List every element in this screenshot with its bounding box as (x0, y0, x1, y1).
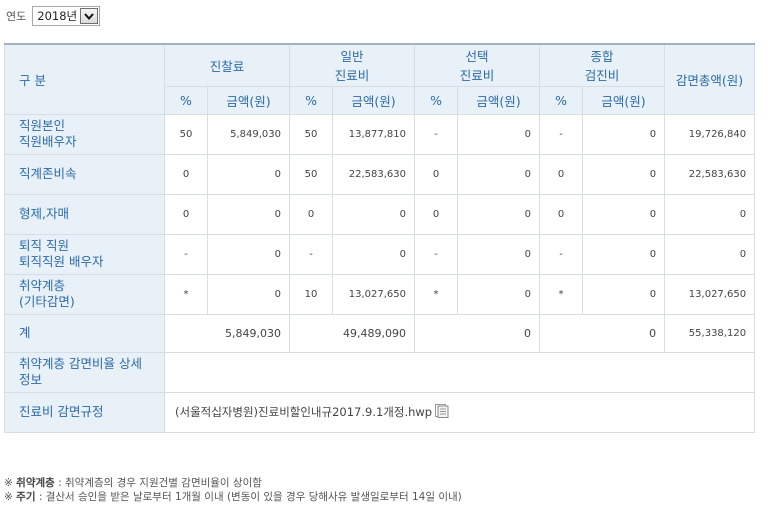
sum-checkup: 0 (539, 313, 666, 353)
sub-header-percent: % (414, 85, 459, 115)
table-cell: 0 (457, 153, 541, 195)
group-header-exam: 진찰료 (163, 43, 291, 87)
sub-header-amount: 금액(원) (206, 85, 291, 115)
discount-table: 구 분 진찰료 일반 진료비 선택 진료비 종합 검진비 감면총액(원) % 금액(원… (4, 43, 756, 433)
table-cell: 0 (332, 233, 416, 275)
sum-total: 55,338,120 (664, 313, 756, 353)
row-label: 취약계층 (기타감면) (4, 273, 165, 315)
table-cell: 0 (206, 153, 291, 195)
row-total: 0 (664, 233, 756, 275)
group-header-checkup: 종합 검진비 (539, 43, 666, 87)
table-cell: 0 (414, 153, 459, 195)
table-cell: 0 (164, 193, 208, 235)
table-cell: - (164, 233, 208, 275)
table-cell: 50 (164, 113, 208, 155)
table-cell: 0 (582, 153, 666, 195)
chevron-down-icon[interactable] (80, 8, 99, 24)
table-cell: - (414, 233, 459, 275)
table-cell: 0 (582, 193, 666, 235)
table-cell: 0 (457, 113, 541, 155)
table-cell: 0 (457, 233, 541, 275)
table-cell: 0 (582, 233, 666, 275)
row-label: 직원본인 직원배우자 (4, 113, 165, 155)
year-select-value: 2018년 (37, 9, 78, 23)
regulation-file-link[interactable]: (서울적십자병원)진료비할인내규2017.9.1개정.hwp (175, 405, 432, 419)
notes: ※ 취약계층 : 취약계층의 경우 지원건별 감면비율이 상이함 ※ 주기 : … (4, 476, 462, 504)
sub-header-amount: 금액(원) (332, 85, 416, 115)
corner-header: 구 분 (4, 43, 165, 115)
table-cell: - (539, 113, 584, 155)
table-cell: 0 (457, 273, 541, 315)
row-total: 13,027,650 (664, 273, 756, 315)
group-header-selective: 선택 진료비 (414, 43, 541, 87)
table-cell: * (539, 273, 584, 315)
group-header-general: 일반 진료비 (289, 43, 416, 87)
row-label: 퇴직 직원 퇴직직원 배우자 (4, 233, 165, 275)
detail-row: 취약계층 감면비율 상세 정보 (4, 351, 756, 393)
table-cell: - (414, 113, 459, 155)
table-cell: * (414, 273, 459, 315)
sum-selective: 0 (414, 313, 541, 353)
sub-header-amount: 금액(원) (457, 85, 541, 115)
year-label: 연도 (6, 10, 27, 23)
table-cell: 0 (457, 193, 541, 235)
sum-label: 계 (4, 313, 165, 353)
sub-header-percent: % (539, 85, 584, 115)
document-icon[interactable] (435, 403, 449, 421)
table-cell: 50 (289, 153, 334, 195)
note-cycle: ※ 주기 : 결산서 승인을 받은 날로부터 1개월 이내 (변동이 있을 경우… (4, 491, 462, 503)
sub-header-percent: % (164, 85, 208, 115)
table-cell: 0 (206, 273, 291, 315)
table-cell: 0 (164, 153, 208, 195)
note-vulnerable: ※ 취약계층 : 취약계층의 경우 지원건별 감면비율이 상이함 (4, 477, 262, 489)
total-header: 감면총액(원) (664, 43, 756, 115)
table-row: 형제,자매 0 0 0 0 0 0 0 0 0 (4, 193, 756, 235)
table-cell: 10 (289, 273, 334, 315)
row-label: 직계존비속 (4, 153, 165, 195)
table-row: 퇴직 직원 퇴직직원 배우자 - 0 - 0 - 0 - 0 0 (4, 233, 756, 275)
sum-exam: 5,849,030 (163, 313, 291, 353)
table-cell: 0 (539, 193, 584, 235)
sum-row: 계 5,849,030 49,489,090 0 0 55,338,120 (4, 313, 756, 353)
sum-general: 49,489,090 (289, 313, 416, 353)
table-cell: - (539, 233, 584, 275)
table-row: 취약계층 (기타감면) * 0 10 13,027,650 * 0 * 0 13,… (4, 273, 756, 315)
table-cell: 0 (582, 113, 666, 155)
row-label: 형제,자매 (4, 193, 165, 235)
detail-label: 취약계층 감면비율 상세 정보 (4, 351, 165, 393)
table-cell: 22,583,630 (332, 153, 416, 195)
table-row: 직계존비속 0 0 50 22,583,630 0 0 0 0 22,583,6… (4, 153, 756, 195)
row-total: 0 (664, 193, 756, 235)
table-cell: 0 (289, 193, 334, 235)
table-row: 직원본인 직원배우자 50 5,849,030 50 13,877,810 - 0… (4, 113, 756, 155)
row-total: 19,726,840 (664, 113, 756, 155)
table-cell: * (164, 273, 208, 315)
table-cell: - (289, 233, 334, 275)
year-select[interactable]: 2018년 (32, 6, 101, 26)
regulation-label: 진료비 감면규정 (4, 391, 165, 433)
table-cell: 5,849,030 (206, 113, 291, 155)
table-cell: 0 (332, 193, 416, 235)
table-cell: 13,027,650 (332, 273, 416, 315)
table-cell: 0 (539, 153, 584, 195)
table-cell: 0 (206, 193, 291, 235)
sub-header-amount: 금액(원) (582, 85, 666, 115)
table-cell: 0 (206, 233, 291, 275)
table-cell: 50 (289, 113, 334, 155)
year-filter: 연도 2018년 (6, 6, 101, 26)
table-cell: 0 (414, 193, 459, 235)
table-cell: 0 (582, 273, 666, 315)
row-total: 22,583,630 (664, 153, 756, 195)
table-cell: 13,877,810 (332, 113, 416, 155)
sub-header-percent: % (289, 85, 334, 115)
regulation-cell: (서울적십자병원)진료비할인내규2017.9.1개정.hwp (163, 391, 756, 433)
detail-content (163, 351, 756, 393)
regulation-row: 진료비 감면규정 (서울적십자병원)진료비할인내규2017.9.1개정.hwp (4, 391, 756, 433)
